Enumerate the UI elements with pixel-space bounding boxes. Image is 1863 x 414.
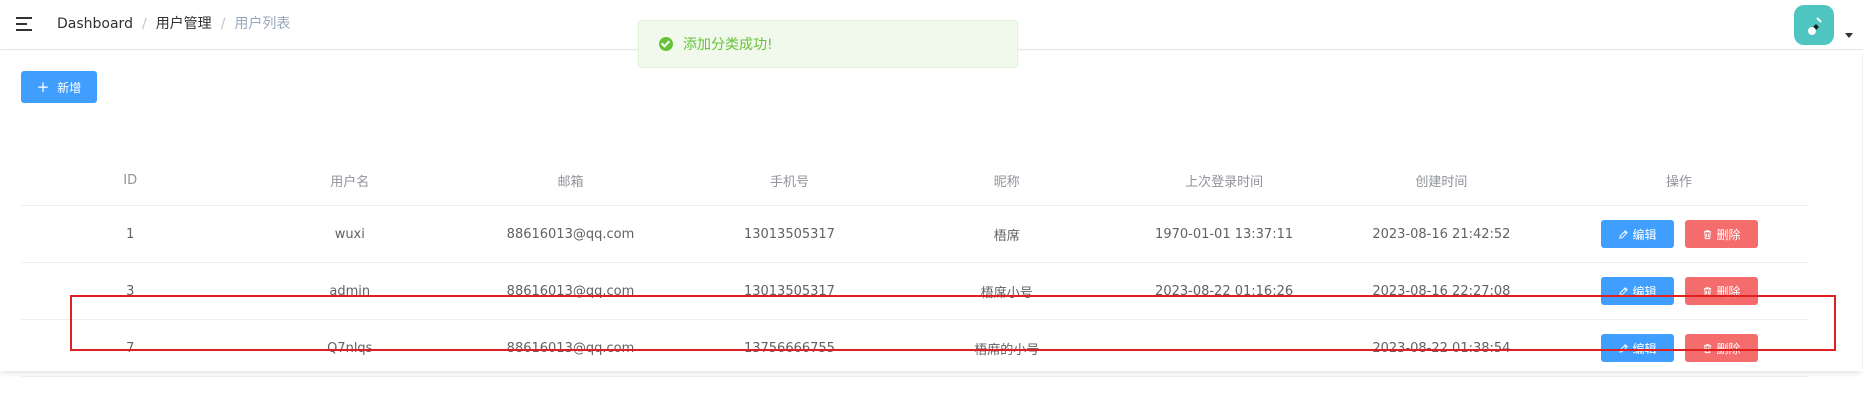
edit-button-label: 编辑 [1632, 284, 1657, 299]
users-table: ID 用户名 邮箱 手机号 昵称 上次登录时间 创建时间 操作 1 wuxi 8… [21, 156, 1808, 377]
breadcrumb-separator: / [141, 16, 147, 32]
edit-button[interactable]: 编辑 [1600, 277, 1674, 305]
cell-phone: 13013505317 [680, 205, 899, 263]
add-button[interactable]: + 新增 [21, 71, 97, 103]
cell-username: Q7nlqs [239, 319, 461, 377]
delete-button-label: 删除 [1716, 227, 1741, 242]
cell-actions: 编辑 删除 [1550, 319, 1808, 377]
cell-id: 1 [21, 205, 240, 263]
trash-icon [1703, 229, 1711, 239]
main-content: + 新增 ID 用户名 邮箱 手机号 昵称 上次登录时间 创建时间 操作 1 w… [0, 51, 1862, 377]
trash-icon [1703, 343, 1711, 353]
cell-username: wuxi [239, 205, 461, 263]
add-button-label: 新增 [57, 80, 82, 95]
table-row: 1 wuxi 88616013@qq.com 13013505317 梧席 19… [21, 205, 1808, 263]
cell-last-login [1115, 319, 1333, 377]
edit-button-label: 编辑 [1632, 227, 1657, 242]
cell-created: 2023-08-16 21:42:52 [1332, 205, 1551, 263]
avatar-image [1808, 17, 1822, 35]
pencil-icon [1618, 286, 1628, 296]
delete-button[interactable]: 删除 [1684, 334, 1758, 362]
delete-button[interactable]: 删除 [1684, 220, 1758, 248]
menu-toggle-icon[interactable] [16, 17, 32, 31]
column-header-created[interactable]: 创建时间 [1332, 156, 1551, 206]
pencil-icon [1618, 343, 1628, 353]
trash-icon [1703, 286, 1711, 296]
table-header-row: ID 用户名 邮箱 手机号 昵称 上次登录时间 创建时间 操作 [21, 156, 1808, 206]
cell-last-login: 2023-08-22 01:16:26 [1115, 262, 1333, 320]
column-header-username[interactable]: 用户名 [239, 156, 461, 206]
column-header-phone[interactable]: 手机号 [680, 156, 899, 206]
cell-actions: 编辑 删除 [1550, 205, 1808, 263]
delete-button[interactable]: 删除 [1684, 277, 1758, 305]
plus-icon: + [36, 77, 50, 96]
cell-id: 7 [21, 319, 240, 377]
delete-button-label: 删除 [1716, 284, 1741, 299]
breadcrumb-separator: / [220, 16, 226, 32]
cell-id: 3 [21, 262, 240, 320]
edit-button[interactable]: 编辑 [1600, 220, 1674, 248]
breadcrumb-user-list: 用户列表 [234, 16, 291, 32]
cell-username: admin [239, 262, 461, 320]
edit-button[interactable]: 编辑 [1600, 334, 1674, 362]
column-header-email[interactable]: 邮箱 [460, 156, 681, 206]
breadcrumb-dashboard[interactable]: Dashboard [57, 16, 133, 32]
breadcrumb-user-management[interactable]: 用户管理 [156, 16, 212, 32]
cell-email: 88616013@qq.com [460, 319, 681, 377]
column-header-actions: 操作 [1550, 156, 1808, 206]
column-header-last-login[interactable]: 上次登录时间 [1115, 156, 1333, 206]
column-header-nickname[interactable]: 昵称 [898, 156, 1116, 206]
cell-created: 2023-08-16 22:27:08 [1332, 262, 1551, 320]
cell-phone: 13756666755 [680, 319, 899, 377]
cell-actions: 编辑 删除 [1550, 262, 1808, 320]
cell-last-login: 1970-01-01 13:37:11 [1115, 205, 1333, 263]
cell-email: 88616013@qq.com [460, 262, 681, 320]
pencil-icon [1618, 229, 1628, 239]
edit-button-label: 编辑 [1632, 341, 1657, 356]
toast-message: 添加分类成功! [683, 37, 773, 53]
cell-nickname: 梧席的小号 [898, 319, 1116, 377]
breadcrumb: Dashboard / 用户管理 / 用户列表 [57, 14, 290, 34]
table-row: 3 admin 88616013@qq.com 13013505317 梧席小号… [21, 262, 1808, 320]
cell-nickname: 梧席小号 [898, 262, 1116, 320]
column-header-id[interactable]: ID [21, 156, 240, 206]
success-check-icon [659, 37, 673, 51]
avatar[interactable] [1794, 5, 1834, 45]
success-toast: 添加分类成功! [638, 20, 1018, 68]
delete-button-label: 删除 [1716, 341, 1741, 356]
cell-phone: 13013505317 [680, 262, 899, 320]
cell-created: 2023-08-22 01:38:54 [1332, 319, 1551, 377]
cell-nickname: 梧席 [898, 205, 1116, 263]
chevron-down-icon[interactable] [1845, 33, 1853, 38]
table-row: 7 Q7nlqs 88616013@qq.com 13756666755 梧席的… [21, 319, 1808, 377]
cell-email: 88616013@qq.com [460, 205, 681, 263]
